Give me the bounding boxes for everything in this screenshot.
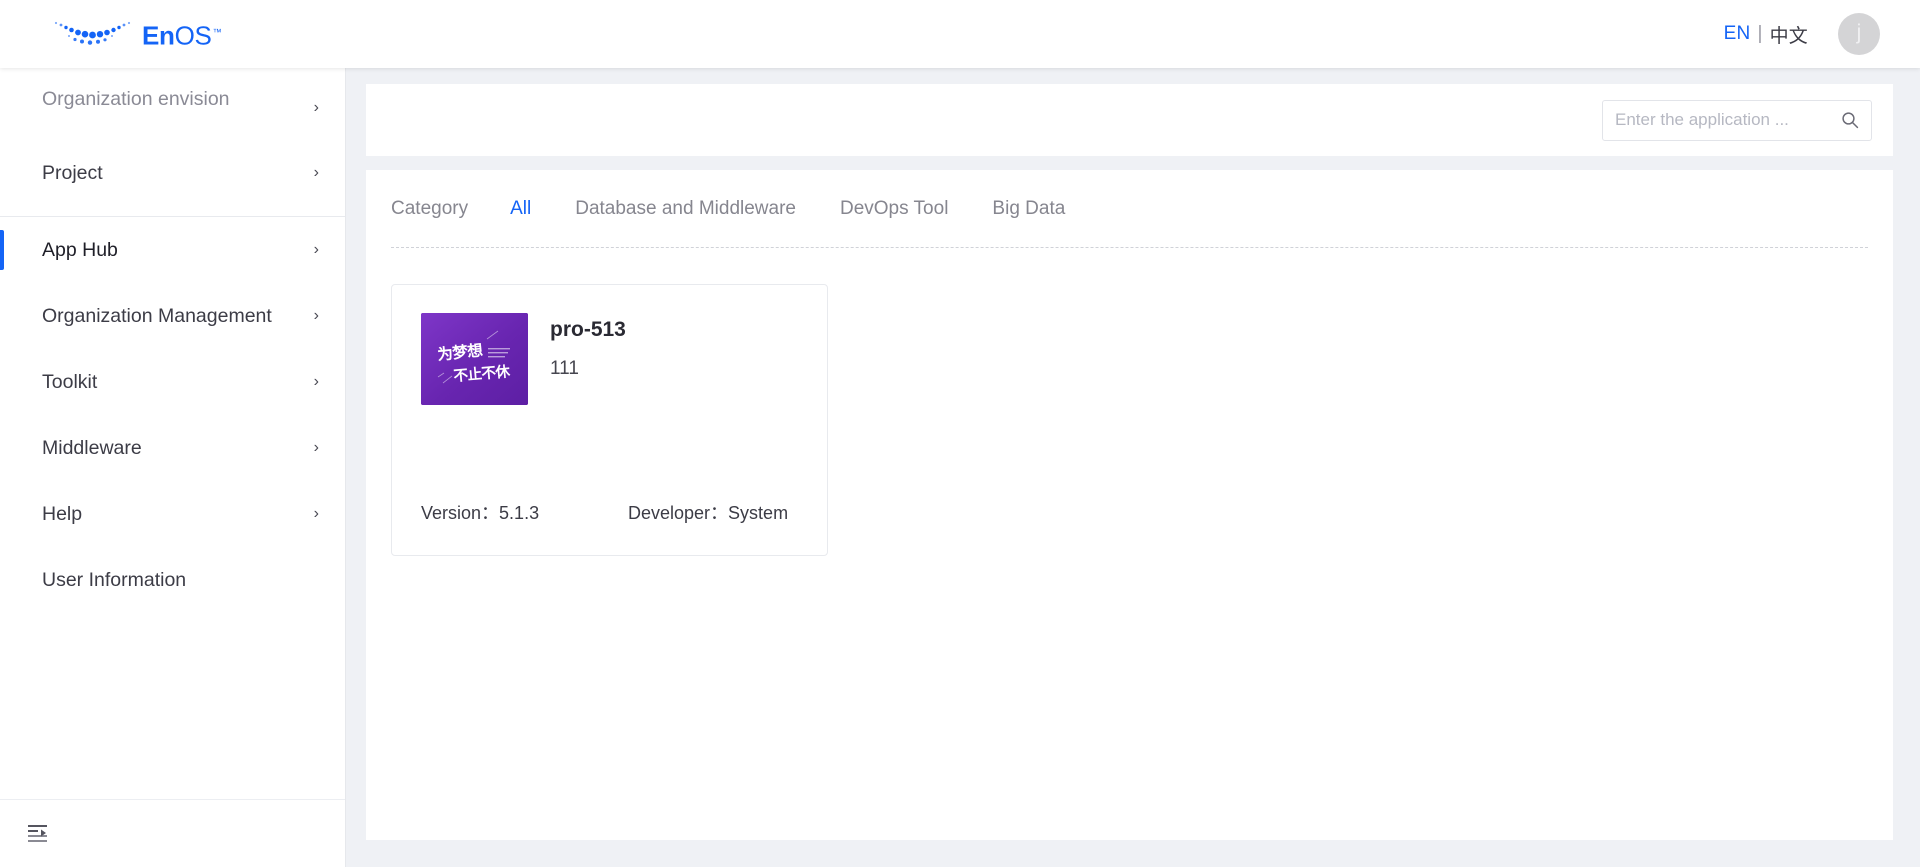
- application-thumbnail: 为梦想 不止不休: [421, 313, 528, 405]
- chevron-right-icon: ›: [313, 307, 319, 324]
- version-value: 5.1.3: [499, 503, 540, 523]
- application-card-header: 为梦想 不止不休 pro-513 111: [392, 285, 827, 405]
- sidebar-item-middleware[interactable]: Middleware ›: [0, 415, 345, 481]
- search-panel: [366, 84, 1893, 156]
- sidebar-item-project[interactable]: Project ›: [0, 140, 345, 206]
- tab-devops-tool[interactable]: DevOps Tool: [840, 198, 948, 220]
- developer-value: System: [728, 503, 789, 523]
- main-content: Category All Database and Middleware Dev…: [347, 68, 1920, 867]
- sidebar-item-user-information[interactable]: User Information: [0, 547, 345, 613]
- enos-dots-smile-logo-icon: [54, 21, 131, 45]
- sidebar-item-organization-envision[interactable]: Organization envision ›: [0, 68, 345, 140]
- menu-collapse-icon[interactable]: [28, 824, 50, 844]
- chevron-right-icon: ›: [313, 241, 319, 258]
- application-developer: Developer：System: [628, 499, 788, 525]
- version-label: Version：: [421, 503, 500, 523]
- chevron-right-icon: ›: [313, 99, 319, 116]
- language-switcher: EN | 中文: [1724, 21, 1808, 48]
- enos-wordmark: EnOS™: [142, 12, 222, 56]
- lang-en-option[interactable]: EN: [1724, 23, 1751, 45]
- sidebar-item-label: Toolkit: [42, 371, 98, 393]
- sidebar-nav: Organization envision › Project › App Hu…: [0, 68, 345, 799]
- sidebar-footer: [0, 799, 345, 867]
- application-card-footer: Version：5.1.3 Developer：System: [392, 499, 827, 525]
- sidebar-item-label: App Hub: [42, 239, 118, 261]
- search-icon[interactable]: [1841, 111, 1859, 129]
- sidebar-item-label: Organization envision: [42, 88, 230, 110]
- logo-text-os: OS: [174, 20, 212, 51]
- application-thumbnail-artwork-icon: 为梦想 不止不休: [421, 313, 528, 405]
- logo-text-en: En: [142, 20, 175, 51]
- chevron-right-icon: ›: [313, 373, 319, 390]
- tab-database-and-middleware[interactable]: Database and Middleware: [575, 198, 796, 220]
- category-label: Category: [391, 197, 469, 219]
- enos-logo[interactable]: EnOS™: [52, 12, 222, 56]
- header-right-controls: EN | 中文 j: [1724, 0, 1880, 68]
- sidebar-item-label: Middleware: [42, 437, 142, 459]
- sidebar-item-help[interactable]: Help ›: [0, 481, 345, 547]
- chevron-right-icon: ›: [313, 439, 319, 456]
- sidebar-item-label: User Information: [42, 569, 187, 591]
- search-input[interactable]: [1615, 110, 1841, 130]
- sidebar-item-toolkit[interactable]: Toolkit ›: [0, 349, 345, 415]
- lang-zh-option[interactable]: 中文: [1770, 21, 1808, 48]
- application-description: 111: [550, 358, 579, 379]
- user-avatar[interactable]: j: [1838, 13, 1880, 55]
- tab-all[interactable]: All: [510, 198, 531, 220]
- app-header: EnOS™ EN | 中文 j: [0, 0, 1920, 68]
- sidebar-item-label: Project: [42, 162, 103, 184]
- chevron-right-icon: ›: [313, 505, 319, 522]
- logo-trademark: ™: [212, 27, 222, 37]
- application-card-list: 为梦想 不止不休 pro-513 111 Version：5.1.3 Devel…: [391, 248, 1868, 556]
- sidebar-item-app-hub[interactable]: App Hub ›: [0, 217, 345, 283]
- application-search-box[interactable]: [1602, 99, 1872, 141]
- application-card[interactable]: 为梦想 不止不休 pro-513 111 Version：5.1.3 Devel…: [391, 284, 828, 556]
- developer-label: Developer：: [628, 503, 729, 523]
- sidebar-item-organization-management[interactable]: Organization Management ›: [0, 283, 345, 349]
- sidebar: Organization envision › Project › App Hu…: [0, 68, 346, 867]
- application-title: pro-513: [550, 318, 626, 341]
- app-root: EnOS™ EN | 中文 j Organization envision › …: [0, 0, 1920, 867]
- app-hub-panel: Category All Database and Middleware Dev…: [366, 170, 1893, 840]
- application-version: Version：5.1.3: [421, 499, 628, 525]
- tab-big-data[interactable]: Big Data: [992, 198, 1065, 220]
- chevron-right-icon: ›: [313, 164, 319, 181]
- sidebar-item-label: Help: [42, 503, 83, 525]
- sidebar-item-label: Organization Management: [42, 305, 272, 327]
- category-tabs: Category All Database and Middleware Dev…: [391, 170, 1868, 248]
- application-card-meta: pro-513 111: [528, 313, 626, 405]
- lang-separator: |: [1757, 23, 1763, 44]
